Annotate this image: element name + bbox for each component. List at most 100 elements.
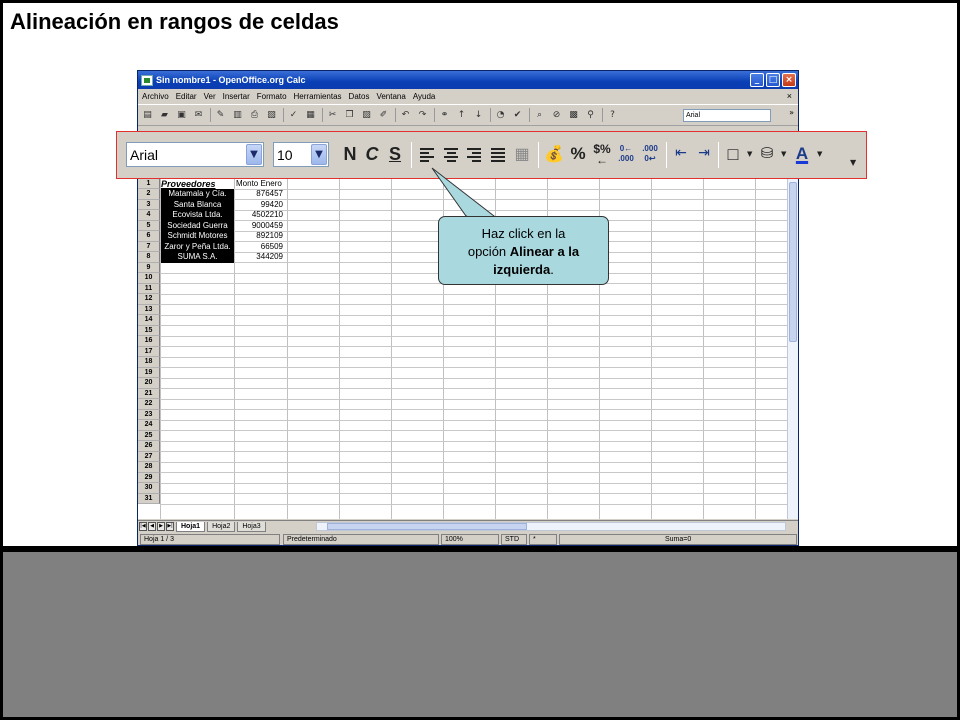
spellcheck-icon[interactable]: ✓ [288, 110, 299, 121]
cell-name[interactable]: Ecovista Ltda. [161, 210, 234, 221]
status-mode[interactable]: STD [501, 534, 527, 545]
cell-name[interactable]: Santa Blanca [161, 199, 234, 210]
copy-icon[interactable]: ❐ [344, 110, 355, 121]
horizontal-scrollbar[interactable] [316, 522, 786, 531]
cell-a1-header[interactable]: Proveedores [161, 179, 234, 190]
increase-indent-icon[interactable]: ⇥ [694, 144, 714, 166]
row-header[interactable]: 21 [138, 388, 160, 399]
tab-hoja2[interactable]: Hoja2 [207, 521, 236, 532]
tab-hoja1[interactable]: Hoja1 [176, 521, 206, 532]
menu-ver[interactable]: Ver [204, 92, 216, 101]
row-header[interactable]: 4 [138, 210, 160, 221]
zoom-icon[interactable]: ⚲ [585, 110, 596, 121]
currency-icon[interactable]: 💰 [544, 144, 564, 166]
print-preview-icon[interactable]: ▧ [266, 110, 277, 121]
paste-icon[interactable]: ▨ [361, 110, 372, 121]
row-header[interactable]: 15 [138, 325, 160, 336]
bold-button[interactable]: N [342, 144, 358, 166]
find-replace-icon[interactable]: ⌕ [534, 110, 545, 121]
row-header[interactable]: 24 [138, 420, 160, 431]
row-header[interactable]: 14 [138, 315, 160, 326]
maximize-button[interactable]: □ [766, 73, 780, 87]
minimize-button[interactable]: _ [750, 73, 764, 87]
gallery-icon[interactable]: ▩ [568, 110, 579, 121]
row-header[interactable]: 3 [138, 199, 160, 210]
cell-name[interactable]: Zaror y Peña Ltda. [161, 241, 234, 252]
close-button[interactable]: × [782, 73, 796, 87]
last-sheet-icon[interactable]: ▶| [166, 522, 174, 531]
font-name-box[interactable]: Arial ▼ [126, 142, 264, 167]
row-header[interactable]: 11 [138, 283, 160, 294]
row-header[interactable]: 16 [138, 336, 160, 347]
navigator-icon[interactable]: ⊘ [551, 110, 562, 121]
cut-icon[interactable]: ✂ [327, 110, 338, 121]
menu-archivo[interactable]: Archivo [142, 92, 169, 101]
format-paintbrush-icon[interactable]: ✐ [378, 110, 389, 121]
cell-name[interactable]: SUMA S.A. [161, 252, 234, 263]
toolbar-options-icon[interactable]: ▼ [850, 158, 856, 167]
new-document-icon[interactable]: ▤ [142, 110, 153, 121]
justify-button[interactable] [488, 144, 508, 166]
background-color-icon[interactable]: ⛁ [758, 144, 776, 166]
row-header[interactable]: 10 [138, 273, 160, 284]
chevron-down-icon[interactable]: ▼ [817, 150, 822, 158]
align-left-button[interactable] [417, 144, 437, 166]
row-header[interactable]: 7 [138, 241, 160, 252]
export-pdf-icon[interactable]: ▥ [232, 110, 243, 121]
row-header[interactable]: 18 [138, 357, 160, 368]
row-header[interactable]: 1 [138, 178, 160, 189]
status-page-style[interactable]: Predeterminado [283, 534, 439, 545]
prev-sheet-icon[interactable]: ◀ [148, 522, 156, 531]
redo-icon[interactable]: ↷ [417, 110, 428, 121]
chevron-down-icon[interactable]: ▼ [311, 144, 327, 165]
sort-ascending-icon[interactable]: ↑ [456, 110, 467, 121]
underline-button[interactable]: S [387, 144, 403, 166]
align-right-button[interactable] [464, 144, 484, 166]
add-decimal-icon[interactable]: 0← .000 [616, 144, 636, 166]
print-icon[interactable]: ⎙ [249, 110, 260, 121]
menu-datos[interactable]: Datos [349, 92, 370, 101]
sort-descending-icon[interactable]: ↓ [473, 110, 484, 121]
next-sheet-icon[interactable]: ▶ [157, 522, 165, 531]
font-color-icon[interactable]: A [793, 144, 811, 166]
row-header[interactable]: 27 [138, 451, 160, 462]
toolbar-overflow-icon[interactable]: » [789, 108, 794, 117]
row-header[interactable]: 19 [138, 367, 160, 378]
cell-name[interactable]: Matamala y Cía. [161, 189, 234, 200]
row-header[interactable]: 22 [138, 399, 160, 410]
row-header[interactable]: 25 [138, 430, 160, 441]
cell-value[interactable]: 876457 [235, 189, 285, 200]
row-header[interactable]: 26 [138, 441, 160, 452]
standard-format-icon[interactable]: $% ← [592, 143, 612, 166]
decrease-indent-icon[interactable]: ⇤ [671, 144, 691, 166]
save-icon[interactable]: ▣ [176, 110, 187, 121]
hyperlink-icon[interactable]: ⚭ [439, 110, 450, 121]
row-header[interactable]: 6 [138, 231, 160, 242]
autospell-icon[interactable]: ▦ [305, 110, 316, 121]
row-header[interactable]: 28 [138, 462, 160, 473]
menu-herramientas[interactable]: Herramientas [294, 92, 342, 101]
row-header[interactable]: 31 [138, 493, 160, 504]
chevron-down-icon[interactable]: ▼ [747, 150, 752, 158]
row-header[interactable]: 20 [138, 378, 160, 389]
row-header[interactable]: 2 [138, 189, 160, 200]
document-close-icon[interactable]: × [787, 91, 792, 101]
row-header[interactable]: 13 [138, 304, 160, 315]
delete-decimal-icon[interactable]: .000 0↩ [640, 144, 660, 166]
align-center-button[interactable] [441, 144, 461, 166]
row-header[interactable]: 23 [138, 409, 160, 420]
cell-value[interactable]: 9000459 [235, 221, 285, 232]
menu-insertar[interactable]: Insertar [223, 92, 250, 101]
chevron-down-icon[interactable]: ▼ [246, 144, 262, 165]
draw-functions-icon[interactable]: ✔ [512, 110, 523, 121]
menu-editar[interactable]: Editar [176, 92, 197, 101]
cell-value[interactable]: 99420 [235, 200, 285, 211]
menu-formato[interactable]: Formato [257, 92, 287, 101]
vertical-scroll-thumb[interactable] [789, 182, 797, 342]
cell-name[interactable]: Sociedad Guerra [161, 220, 234, 231]
cell-name[interactable]: Schmidt Motores [161, 231, 234, 242]
row-header[interactable]: 8 [138, 252, 160, 263]
undo-icon[interactable]: ↶ [400, 110, 411, 121]
row-header[interactable]: 17 [138, 346, 160, 357]
vertical-scrollbar[interactable] [787, 178, 798, 519]
